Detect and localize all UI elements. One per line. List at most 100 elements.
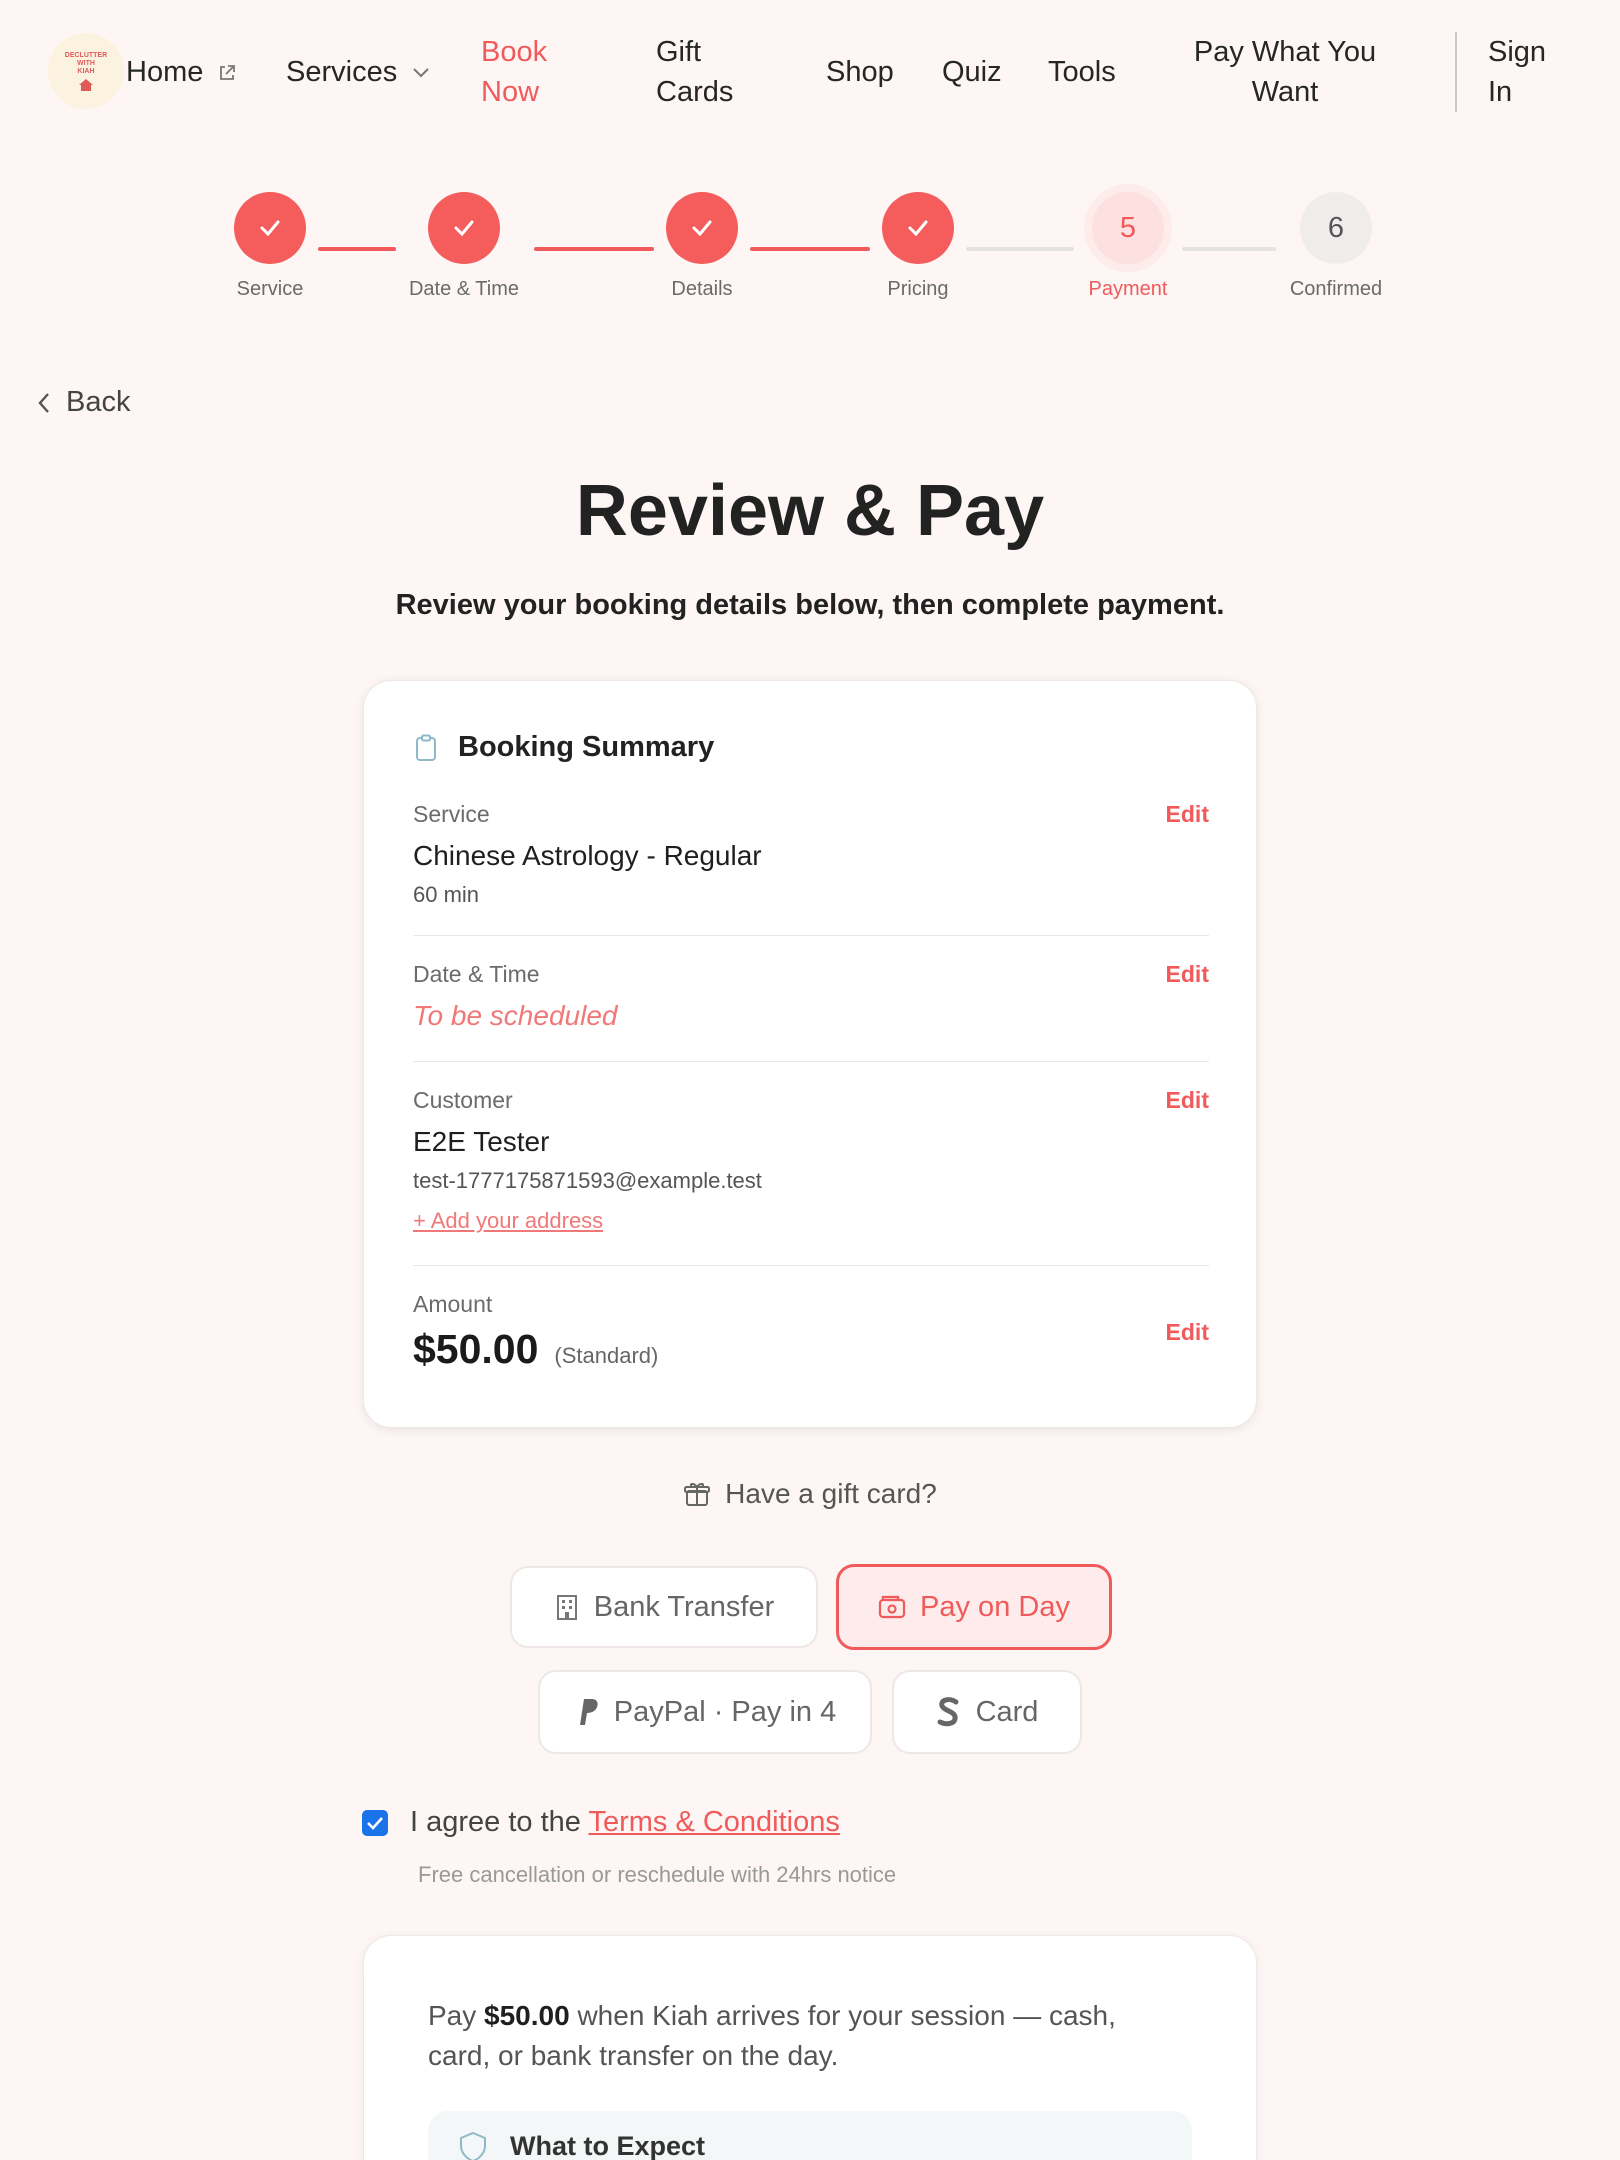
step-date-time[interactable]	[428, 192, 500, 264]
step-confirmed: 6	[1300, 192, 1372, 264]
step-connector	[1182, 247, 1276, 251]
step-number: 5	[1119, 211, 1137, 244]
step-label: Payment	[1088, 278, 1168, 300]
pay-on-day-description: Pay $50.00 when Kiah arrives for your se…	[428, 1996, 1168, 2076]
step-pricing[interactable]	[882, 192, 954, 264]
nav-gift-cards[interactable]: Gift Cards	[656, 32, 756, 112]
pay-on-day-label: Pay on Day	[920, 1590, 1070, 1623]
check-icon	[692, 220, 712, 237]
nav-pay-what-you-want[interactable]: Pay What You Want	[1190, 32, 1380, 112]
step-label: Details	[671, 278, 733, 300]
chevron-left-icon	[38, 392, 49, 413]
stripe-icon	[937, 1697, 959, 1727]
summary-amount-row: Amount $50.00 (Standard) Edit	[413, 1291, 1209, 1373]
divider	[413, 1061, 1209, 1062]
nav-services[interactable]: Services	[286, 52, 431, 92]
step-connector	[318, 247, 396, 251]
pay-on-day-card: Pay $50.00 when Kiah arrives for your se…	[363, 1935, 1257, 2160]
edit-service-link[interactable]: Edit	[1166, 801, 1209, 828]
page-subtitle: Review your booking details below, then …	[395, 589, 1225, 621]
amount-value: $50.00	[413, 1326, 539, 1372]
shield-icon	[460, 2131, 486, 2160]
divider	[413, 1265, 1209, 1266]
step-label: Pricing	[887, 278, 949, 300]
step-connector	[750, 247, 870, 251]
page-title: Review & Pay	[575, 471, 1045, 551]
paypal-label: PayPal · Pay in 4	[613, 1695, 837, 1728]
check-icon	[260, 220, 280, 237]
step-label: Date & Time	[408, 278, 520, 300]
summary-title: Booking Summary	[458, 731, 715, 763]
datetime-label: Date & Time	[413, 961, 540, 987]
nav-home[interactable]: Home	[126, 52, 237, 92]
paypal-icon	[579, 1699, 598, 1725]
service-label: Service	[413, 801, 490, 827]
chevron-down-icon	[413, 68, 429, 78]
edit-datetime-link[interactable]: Edit	[1166, 961, 1209, 988]
step-connector	[966, 247, 1074, 251]
step-label: Confirmed	[1289, 278, 1383, 300]
what-to-expect-panel: What to Expect	[428, 2111, 1192, 2160]
card-option[interactable]: Card	[892, 1670, 1082, 1754]
terms-agreement: I agree to the Terms & Conditions	[362, 1806, 840, 1839]
building-icon	[556, 1595, 577, 1620]
house-icon	[79, 78, 93, 91]
step-number: 6	[1327, 211, 1345, 244]
nav-services-label: Services	[286, 56, 398, 88]
customer-email: test-1777175871593@example.test	[413, 1168, 762, 1193]
bank-transfer-label: Bank Transfer	[593, 1590, 775, 1623]
logo-text: DECLUTTER WITH KIAH	[64, 51, 108, 75]
service-duration: 60 min	[413, 882, 480, 907]
edit-customer-link[interactable]: Edit	[1166, 1087, 1209, 1114]
check-icon	[454, 220, 474, 237]
customer-name: E2E Tester	[413, 1126, 550, 1157]
what-to-expect-title: What to Expect	[510, 2131, 706, 2160]
top-nav: DECLUTTER WITH KIAH Home Services Book Now…	[0, 0, 1620, 145]
step-connector	[534, 247, 654, 251]
clipboard-icon	[416, 734, 436, 761]
nav-shop[interactable]: Shop	[826, 52, 894, 92]
amount-label: Amount	[413, 1291, 493, 1317]
summary-datetime-row: Date & Time To be scheduled Edit	[413, 961, 1209, 1032]
nav-tools[interactable]: Tools	[1048, 52, 1116, 92]
service-name: Chinese Astrology - Regular	[413, 840, 762, 871]
datetime-value: To be scheduled	[413, 1000, 618, 1031]
check-icon	[908, 220, 928, 237]
summary-customer-row: Customer E2E Tester test-1777175871593@e…	[413, 1087, 1209, 1234]
step-label: Service	[236, 278, 304, 300]
pod-prefix: Pay	[428, 2000, 477, 2031]
nav-divider	[1455, 32, 1457, 112]
pod-amount: $50.00	[484, 2000, 570, 2031]
edit-amount-link[interactable]: Edit	[1166, 1319, 1209, 1346]
nav-home-label: Home	[126, 56, 204, 88]
add-address-link[interactable]: + Add your address	[413, 1208, 603, 1234]
summary-header: Booking Summary	[414, 731, 714, 764]
brand-logo[interactable]: DECLUTTER WITH KIAH	[48, 33, 124, 109]
nav-sign-in[interactable]: Sign In	[1488, 32, 1558, 112]
step-service[interactable]	[234, 192, 306, 264]
gift-icon	[684, 1483, 711, 1506]
wallet-icon	[878, 1595, 906, 1619]
gift-card-label: Have a gift card?	[725, 1478, 937, 1509]
step-payment: 5	[1092, 192, 1164, 264]
terms-text: I agree to the Terms & Conditions	[410, 1806, 840, 1839]
back-button[interactable]: Back	[36, 386, 130, 419]
summary-service-row: Service Chinese Astrology - Regular 60 m…	[413, 801, 1209, 908]
nav-quiz[interactable]: Quiz	[942, 52, 1002, 92]
terms-prefix: I agree to the	[410, 1806, 581, 1838]
booking-summary-card: Booking Summary Service Chinese Astrolog…	[363, 680, 1257, 1428]
terms-link[interactable]: Terms & Conditions	[588, 1806, 839, 1838]
amount-display: $50.00 (Standard)	[413, 1326, 1209, 1373]
pay-on-day-option[interactable]: Pay on Day	[836, 1564, 1112, 1650]
back-label: Back	[66, 386, 131, 418]
card-label: Card	[975, 1695, 1039, 1728]
terms-checkbox[interactable]	[362, 1809, 388, 1836]
divider	[413, 935, 1209, 936]
gift-card-toggle[interactable]: Have a gift card?	[0, 1478, 1620, 1510]
step-details[interactable]	[666, 192, 738, 264]
bank-transfer-option[interactable]: Bank Transfer	[510, 1566, 818, 1648]
check-icon	[367, 1816, 383, 1830]
paypal-option[interactable]: PayPal · Pay in 4	[538, 1670, 872, 1754]
nav-book-now[interactable]: Book Now	[481, 32, 571, 112]
customer-label: Customer	[413, 1087, 513, 1113]
